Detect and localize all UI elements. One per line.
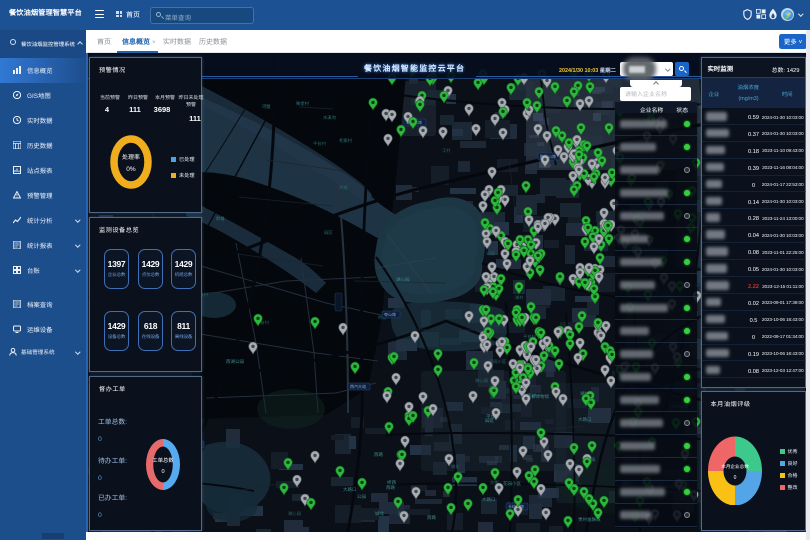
svg-text:大路口: 大路口 <box>578 417 592 423</box>
svg-text:西路: 西路 <box>427 515 436 521</box>
svg-text:水溪沟: 水溪沟 <box>323 115 336 121</box>
svg-text:园区: 园区 <box>324 230 333 236</box>
svg-text:枣山路: 枣山路 <box>384 312 396 318</box>
svg-text:毛家村: 毛家村 <box>339 138 353 144</box>
svg-text:殊堂村: 殊堂村 <box>296 101 310 107</box>
svg-text:公园: 公园 <box>486 251 495 257</box>
svg-text:河壁: 河壁 <box>262 104 271 110</box>
svg-text:大路口: 大路口 <box>482 497 496 503</box>
svg-text:公园: 公园 <box>357 494 366 500</box>
svg-text:城北: 城北 <box>375 511 384 517</box>
svg-text:湖村: 湖村 <box>515 295 524 301</box>
svg-text:斜塘: 斜塘 <box>216 216 225 222</box>
svg-text:处理率: 处理率 <box>122 152 140 161</box>
svg-text:湖心园: 湖心园 <box>396 277 410 283</box>
svg-text:0: 0 <box>161 467 164 475</box>
svg-text:湖心园: 湖心园 <box>288 511 301 517</box>
svg-text:平台村: 平台村 <box>313 141 327 147</box>
svg-text:花园小区: 花园小区 <box>503 481 521 487</box>
svg-text:本月企业总数: 本月企业总数 <box>721 464 749 470</box>
svg-text:湖心园: 湖心园 <box>475 378 488 384</box>
svg-text:工单总数: 工单总数 <box>152 456 174 464</box>
svg-text:西汽大道: 西汽大道 <box>350 384 366 390</box>
svg-text:西路: 西路 <box>374 452 383 458</box>
svg-text:城北: 城北 <box>451 464 460 470</box>
svg-text:江村: 江村 <box>442 148 451 154</box>
svg-text:大路口: 大路口 <box>343 487 357 493</box>
svg-text:西湖公园: 西湖公园 <box>226 359 244 365</box>
svg-text:州城: 州城 <box>339 185 348 191</box>
svg-text:西路: 西路 <box>386 485 395 491</box>
svg-text:0: 0 <box>733 474 736 481</box>
svg-text:0%: 0% <box>126 163 136 173</box>
